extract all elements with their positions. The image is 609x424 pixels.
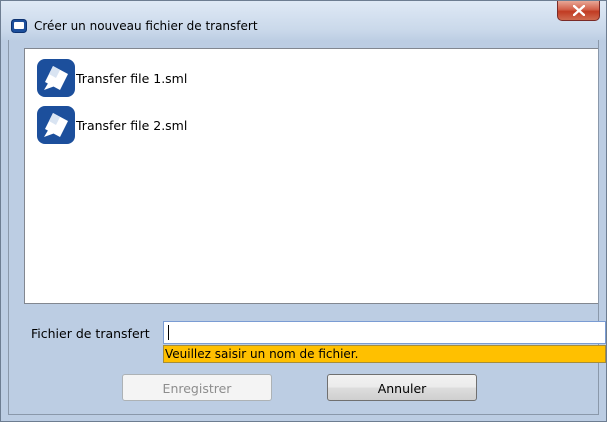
close-button[interactable] (557, 1, 600, 21)
list-item[interactable]: Transfer file 2.sml (36, 105, 187, 145)
text-caret (168, 325, 169, 340)
window-title: Créer un nouveau fichier de transfert (34, 19, 258, 33)
save-button[interactable]: Enregistrer (122, 374, 272, 401)
file-list[interactable]: Transfer file 1.sml Transfer file 2.sml (24, 48, 599, 304)
file-name: Transfer file 1.sml (76, 70, 188, 86)
client-border-left (8, 40, 9, 414)
file-name: Transfer file 2.sml (76, 117, 188, 133)
cancel-button[interactable]: Annuler (327, 374, 477, 401)
filename-label: Fichier de transfert (31, 326, 150, 341)
client-border-bottom (8, 414, 599, 415)
transfer-file-icon (37, 59, 75, 97)
transfer-file-icon (37, 106, 75, 144)
close-icon (573, 5, 585, 16)
filename-input[interactable] (163, 321, 606, 344)
title-bar[interactable]: Créer un nouveau fichier de transfert (1, 1, 606, 41)
list-item[interactable]: Transfer file 1.sml (36, 58, 187, 98)
app-icon (11, 19, 27, 33)
validation-message: Veuillez saisir un nom de fichier. (163, 345, 606, 363)
